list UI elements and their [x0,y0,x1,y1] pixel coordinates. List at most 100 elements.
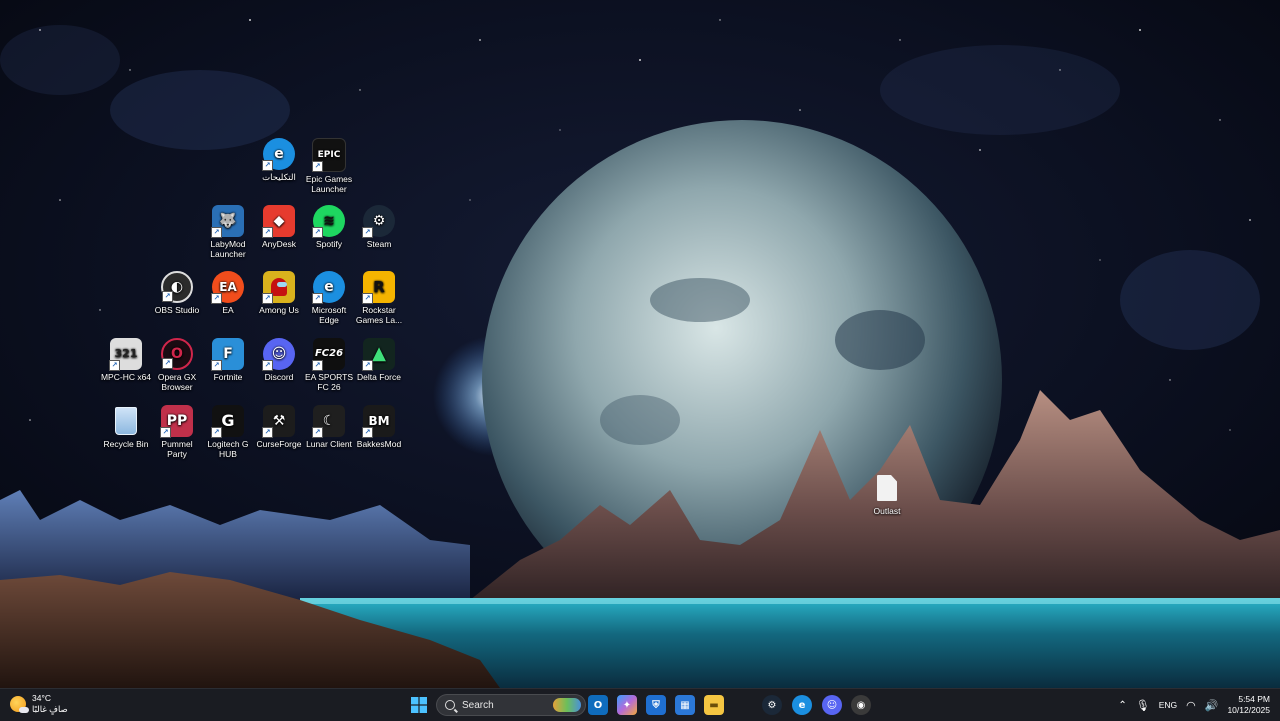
weather-temperature: 34°C [32,693,51,703]
desktop-icon-label: Opera GX Browser [157,372,197,392]
desktop-icon-fortnite[interactable]: F ↗ Fortnite [202,338,254,382]
shortcut-arrow-icon: ↗ [162,291,173,302]
desktop-icon-edge[interactable]: e ↗ Microsoft Edge [303,271,355,325]
desktop-icon-label: Fortnite [213,372,243,382]
desktop-icon-among-us[interactable]: ↗ Among Us [253,271,305,315]
desktop-icon-obs[interactable]: ◐ ↗ OBS Studio [151,271,203,315]
spotify-icon: ≋ ↗ [312,205,345,238]
chevron-up-icon[interactable]: ⌃ [1118,700,1126,711]
wifi-icon[interactable]: ◠ [1186,699,1196,712]
desktop-icon-label: التكليحات [262,172,296,182]
desktop-icon-label: Among Us [259,305,299,315]
shortcut-arrow-icon: ↗ [109,360,120,371]
shortcut-arrow-icon: ↗ [262,160,273,171]
desktop-icon-ea[interactable]: EA ↗ EA [202,271,254,315]
edge-icon: e ↗ [312,271,345,304]
taskbar-search-box[interactable]: Search [436,694,586,716]
desktop-icon-label: Rockstar Games La... [355,305,403,325]
desktop-icon-labymod[interactable]: 🐺 ↗ LabyMod Launcher [202,205,254,259]
labymod-icon: 🐺 ↗ [211,205,244,238]
shortcut-arrow-icon: ↗ [211,360,222,371]
shortcut-arrow-icon: ↗ [362,227,373,238]
search-highlight-icon [553,698,581,712]
steam-icon: ⚙ ↗ [362,205,395,238]
taskbar-app-copilot[interactable]: ✦ [617,694,637,716]
desktop-icon-delta-force[interactable]: ▲ ↗ Delta Force [353,338,405,382]
shortcut-arrow-icon: ↗ [262,360,273,371]
copilot-icon: ✦ [617,695,637,715]
desktop-icon-discord[interactable]: ☺ ↗ Discord [253,338,305,382]
desktop-icon-spotify[interactable]: ≋ ↗ Spotify [303,205,355,249]
ea-icon: EA ↗ [211,271,244,304]
outlook-icon: O [588,695,608,715]
desktop-icon-epic-games[interactable]: EPIC ↗ Epic Games Launcher [303,138,355,194]
desktop-icon-recycle-bin[interactable]: Recycle Bin [100,405,152,449]
weather-condition: صافٍ غالبًا [32,704,68,714]
epic-games-icon: EPIC ↗ [312,138,346,172]
delta-force-icon: ▲ ↗ [362,338,395,371]
clock-time: 5:54 PM [1238,694,1270,704]
desktop-icon-curseforge[interactable]: ⚒ ↗ CurseForge [253,405,305,449]
desktop-icon-label: Lunar Client [306,439,352,449]
desktop-icon-label: Discord [264,372,294,382]
desktop-icon-label: Delta Force [357,372,401,382]
shortcut-arrow-icon: ↗ [211,293,222,304]
desktop-icon-label: Recycle Bin [103,439,149,449]
desktop-icon-steam[interactable]: ⚙ ↗ Steam [353,205,405,249]
taskbar-app-outlook[interactable]: O [588,694,608,716]
taskbar-app-microsoft-store[interactable]: ▦ [675,694,695,716]
shortcut-arrow-icon: ↗ [262,227,273,238]
search-icon [445,700,455,710]
taskbar-app-file-explorer[interactable]: ▬ [704,694,724,716]
microphone-icon[interactable]: 🎙 [1136,699,1150,712]
file-explorer-icon: ▬ [704,695,724,715]
desktop-icon-label: EA SPORTS FC 26 [304,372,354,392]
taskbar-app-steam[interactable]: ⚙ [762,694,782,716]
volume-icon[interactable]: 🔊 [1205,699,1219,712]
discord-icon: ☺ ↗ [262,338,295,371]
desktop-icon-ea-fc[interactable]: FC26 ↗ EA SPORTS FC 26 [303,338,355,392]
windows-security-icon: ⛨ [646,695,666,715]
desktop-icon-outlast[interactable]: Outlast [861,472,913,516]
shortcut-arrow-icon: ↗ [312,161,323,172]
desktop-icon-opera-gx[interactable]: O ↗ Opera GX Browser [151,338,203,392]
taskbar-app-chrome[interactable]: ◉ [851,694,871,716]
steam-icon: ⚙ [762,695,782,715]
taskbar-app-discord[interactable]: ☺ [822,694,842,716]
clock[interactable]: 5:54 PM 10/12/2025 [1227,694,1270,716]
mpc-hc-icon: 321 ↗ [109,338,142,371]
start-button[interactable] [408,694,430,716]
obs-icon: ◐ ↗ [161,271,193,303]
discord-icon: ☺ [822,695,842,715]
weather-widget[interactable]: 34°C صافٍ غالبًا [10,693,90,715]
desktop-icon-mpc-hc[interactable]: 321 ↗ MPC-HC x64 [100,338,152,382]
shortcut-arrow-icon: ↗ [312,293,323,304]
desktop-icon-anydesk[interactable]: ◆ ↗ AnyDesk [253,205,305,249]
desktop-icon-lunar-client[interactable]: ☾ ↗ Lunar Client [303,405,355,449]
taskbar-app-edge[interactable]: e [792,694,812,716]
recycle-bin-icon [110,405,142,437]
shortcut-arrow-icon: ↗ [312,227,323,238]
desktop-icon-label: OBS Studio [154,305,200,315]
desktop-icon-logitech[interactable]: G ↗ Logitech G HUB [202,405,254,459]
desktop-icon-pummel-party[interactable]: PP ↗ Pummel Party [151,405,203,459]
desktop-icon-label: Steam [366,239,392,249]
desktop-icon-label: MPC-HC x64 [100,372,152,382]
bakkesmod-icon: BM ↗ [362,405,395,438]
taskbar-app-windows-security[interactable]: ⛨ [646,694,666,716]
lunar-client-icon: ☾ ↗ [312,405,345,438]
anydesk-icon: ◆ ↗ [262,205,295,238]
desktop-icon-label: Logitech G HUB [207,439,249,459]
language-indicator[interactable]: ENG [1159,700,1177,710]
desktop-icon-bakkesmod[interactable]: BM ↗ BakkesMod [353,405,405,449]
desktop-icon-label: CurseForge [256,439,302,449]
system-tray: ⌃ 🎙 ENG ◠ 🔊 5:54 PM 10/12/2025 [1118,693,1270,717]
desktop-icon-label: AnyDesk [261,239,296,249]
edge-icon: e [792,695,812,715]
shortcut-arrow-icon: ↗ [211,227,222,238]
desktop-icon-edge-ar[interactable]: e ↗ التكليحات [253,138,305,182]
shortcut-arrow-icon: ↗ [312,360,323,371]
desktop-icon-rockstar[interactable]: R ↗ Rockstar Games La... [353,271,405,325]
pummel-party-icon: PP ↗ [160,405,193,438]
shortcut-arrow-icon: ↗ [312,427,323,438]
